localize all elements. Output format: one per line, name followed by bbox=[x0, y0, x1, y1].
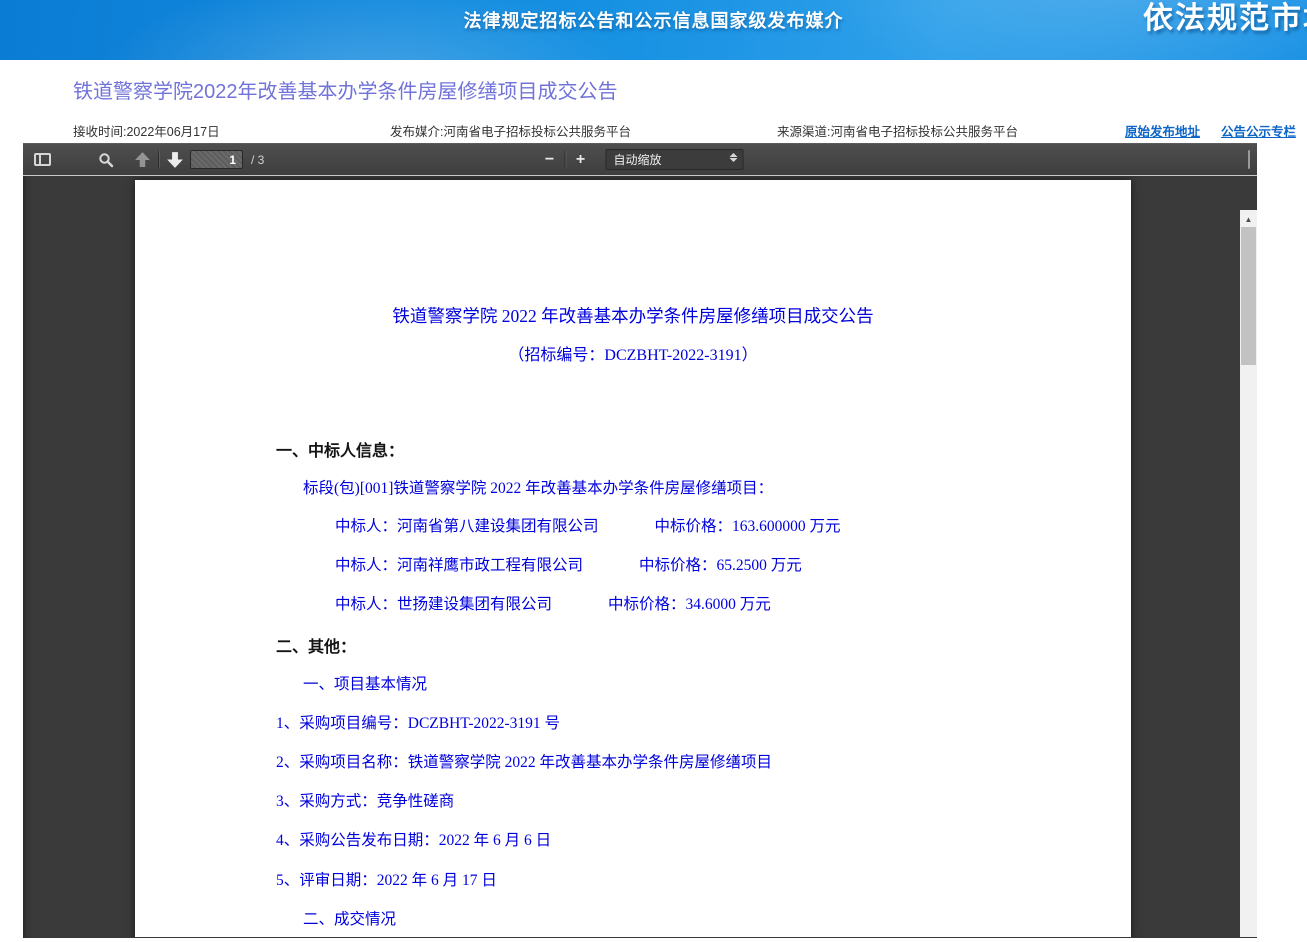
winner-name: 中标人：河南祥鹰市政工程有限公司 bbox=[335, 557, 584, 574]
toolbar-separator bbox=[158, 151, 159, 168]
pdf-viewer: / 3 − + 自动缩放 铁道警察学院 2022 年改善基本办学条件房屋修缮项目… bbox=[23, 143, 1257, 938]
sidebar-toggle-button[interactable] bbox=[28, 147, 56, 172]
search-icon bbox=[99, 152, 114, 167]
section-heading: 二、其他： bbox=[276, 639, 357, 656]
scrollbar-thumb[interactable] bbox=[1241, 227, 1256, 365]
section-heading: 一、中标人信息： bbox=[276, 443, 405, 460]
pdf-scroll-area[interactable]: 铁道警察学院 2022 年改善基本办学条件房屋修缮项目成交公告 （招标编号：DC… bbox=[23, 176, 1257, 937]
lot-line: 标段(包)[001]铁道警察学院 2022 年改善基本办学条件房屋修缮项目： bbox=[303, 480, 774, 497]
toolbar-right-separator bbox=[1248, 150, 1250, 169]
page-number-input[interactable] bbox=[190, 150, 243, 169]
sub-heading: 二、成交情况 bbox=[303, 911, 397, 928]
doc-item: 5、评审日期：2022 年 6 月 17 日 bbox=[276, 872, 497, 889]
zoom-controls: − + 自动缩放 bbox=[537, 143, 744, 176]
document-subtitle: （招标编号：DCZBHT-2022-3191） bbox=[508, 347, 758, 364]
page-title: 铁道警察学院2022年改善基本办学条件房屋修缮项目成交公告 bbox=[73, 81, 618, 103]
meta-publish-media: 发布媒介:河南省电子招标投标公共服务平台 bbox=[390, 125, 631, 139]
winner-line: 中标人：河南祥鹰市政工程有限公司 中标价格：65.2500 万元 bbox=[335, 553, 802, 575]
sub-heading: 一、项目基本情况 bbox=[303, 676, 428, 693]
winner-line: 中标人：世扬建设集团有限公司 中标价格：34.6000 万元 bbox=[335, 592, 771, 614]
vertical-scrollbar[interactable]: ▲ ▼ bbox=[1240, 210, 1257, 937]
doc-item: 3、采购方式：竞争性磋商 bbox=[276, 793, 455, 810]
announcement-column-link[interactable]: 公告公示专栏 bbox=[1221, 121, 1296, 140]
document-title: 铁道警察学院 2022 年改善基本办学条件房屋修缮项目成交公告 bbox=[392, 306, 874, 326]
zoom-select[interactable]: 自动缩放 bbox=[605, 149, 744, 170]
article-meta-row: 接收时间:2022年06月17日 发布媒介:河南省电子招标投标公共服务平台 来源… bbox=[0, 117, 1307, 141]
winner-price: 中标价格：65.2500 万元 bbox=[639, 557, 802, 574]
sidebar-toggle-icon bbox=[33, 153, 51, 166]
winner-price: 中标价格：163.600000 万元 bbox=[654, 518, 841, 535]
winner-name: 中标人：世扬建设集团有限公司 bbox=[335, 596, 553, 613]
winner-line: 中标人：河南省第八建设集团有限公司 中标价格：163.600000 万元 bbox=[335, 514, 841, 536]
zoom-in-button[interactable]: + bbox=[568, 147, 594, 172]
doc-item: 1、采购项目编号：DCZBHT-2022-3191 号 bbox=[276, 715, 561, 732]
winner-price: 中标价格：34.6000 万元 bbox=[608, 596, 771, 613]
page-down-icon bbox=[167, 151, 183, 168]
winner-name: 中标人：河南省第八建设集团有限公司 bbox=[335, 518, 599, 535]
banner-right-slogan: 依法规范市场 bbox=[1143, 2, 1307, 35]
doc-item: 2、采购项目名称：铁道警察学院 2022 年改善基本办学条件房屋修缮项目 bbox=[276, 754, 773, 771]
zoom-out-button[interactable]: − bbox=[537, 147, 563, 172]
next-page-button[interactable] bbox=[162, 147, 188, 172]
pdf-toolbar: / 3 − + 自动缩放 bbox=[23, 143, 1257, 176]
previous-page-button[interactable] bbox=[129, 147, 155, 172]
page-count-label: / 3 bbox=[251, 153, 265, 167]
banner-slogan: 法律规定招标公告和公示信息国家级发布媒介 bbox=[463, 11, 844, 31]
page-up-icon bbox=[134, 152, 150, 167]
meta-source-channel: 来源渠道:河南省电子招标投标公共服务平台 bbox=[777, 125, 1018, 139]
search-button[interactable] bbox=[93, 147, 119, 172]
original-publish-link[interactable]: 原始发布地址 bbox=[1125, 121, 1200, 140]
meta-received-time: 接收时间:2022年06月17日 bbox=[73, 125, 220, 139]
top-banner: 法律规定招标公告和公示信息国家级发布媒介 依法规范市场 bbox=[0, 0, 1307, 60]
toolbar-separator bbox=[564, 151, 566, 168]
spinner-icon bbox=[729, 153, 738, 162]
scroll-up-icon[interactable]: ▲ bbox=[1240, 211, 1257, 227]
zoom-select-value: 自动缩放 bbox=[613, 153, 662, 167]
pdf-page: 铁道警察学院 2022 年改善基本办学条件房屋修缮项目成交公告 （招标编号：DC… bbox=[135, 180, 1131, 937]
doc-item: 4、采购公告发布日期：2022 年 6 月 6 日 bbox=[276, 832, 552, 849]
